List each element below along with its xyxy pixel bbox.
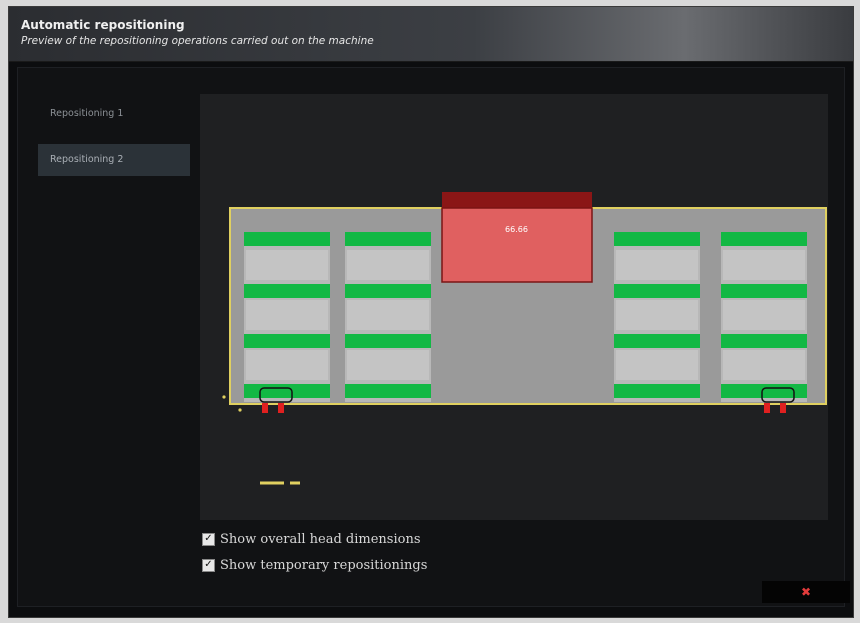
machine-preview-canvas: 66.66 xyxy=(222,192,827,485)
pod-pad xyxy=(246,250,328,280)
dialog-subtitle: Preview of the repositioning operations … xyxy=(21,35,374,47)
checkbox-label: Show temporary repositionings xyxy=(220,557,428,573)
show-head-dimensions-checkbox[interactable]: ✓ Show overall head dimensions xyxy=(202,526,427,552)
sidebar-item-label: Repositioning 2 xyxy=(50,154,124,165)
suction-cup-bar xyxy=(614,384,700,398)
pod-column xyxy=(345,232,431,402)
pod-pad xyxy=(246,350,328,380)
title-bar: Automatic repositioning Preview of the r… xyxy=(9,7,853,62)
suction-cup-bar xyxy=(244,232,330,246)
origin-marker xyxy=(222,395,226,399)
checkbox-label: Show overall head dimensions xyxy=(220,531,421,547)
suction-cup-bar xyxy=(345,284,431,298)
pod-pad xyxy=(723,300,805,330)
suction-cup-bar xyxy=(244,334,330,348)
head-label: 66.66 xyxy=(505,225,528,234)
suction-cup-bar xyxy=(721,232,807,246)
clamp-foot xyxy=(764,403,770,413)
options-group: ✓ Show overall head dimensions ✓ Show te… xyxy=(202,526,427,578)
close-button[interactable]: ✖ xyxy=(762,581,850,603)
pod-pad xyxy=(347,250,429,280)
machine-preview: 66.66 xyxy=(200,94,828,520)
pod-pad xyxy=(347,300,429,330)
suction-cup-bar xyxy=(721,334,807,348)
clamp-foot xyxy=(278,403,284,413)
pod-pad xyxy=(616,250,698,280)
sidebar-item-repositioning-2[interactable]: Repositioning 2 xyxy=(38,144,190,176)
pod-column xyxy=(244,232,330,402)
clamp-foot xyxy=(262,403,268,413)
pod-pad xyxy=(723,250,805,280)
suction-cup-bar xyxy=(345,334,431,348)
suction-cup-bar xyxy=(614,334,700,348)
pod-column xyxy=(614,232,700,402)
pod-pad xyxy=(246,300,328,330)
pod-pad xyxy=(723,350,805,380)
pod-pad xyxy=(616,300,698,330)
checkbox-box[interactable]: ✓ xyxy=(202,558,215,572)
suction-cup-bar xyxy=(614,232,700,246)
content-panel: Repositioning 1 Repositioning 2 66.66 ✓ … xyxy=(17,67,845,607)
sidebar-item-repositioning-1[interactable]: Repositioning 1 xyxy=(38,98,190,130)
dialog-title: Automatic repositioning xyxy=(21,18,185,32)
suction-cup-bar xyxy=(614,284,700,298)
suction-cup-bar xyxy=(244,284,330,298)
pod-pad xyxy=(616,350,698,380)
sidebar-item-label: Repositioning 1 xyxy=(50,108,124,119)
origin-marker xyxy=(238,408,242,412)
head-top-bar xyxy=(442,192,592,208)
show-temporary-repositionings-checkbox[interactable]: ✓ Show temporary repositionings xyxy=(202,552,427,578)
clamp-foot xyxy=(780,403,786,413)
suction-cup-bar xyxy=(721,284,807,298)
checkbox-box[interactable]: ✓ xyxy=(202,532,215,546)
pod-pad xyxy=(347,350,429,380)
suction-cup-bar xyxy=(244,384,330,398)
pod-column xyxy=(721,232,807,402)
repositioning-dialog: Automatic repositioning Preview of the r… xyxy=(8,6,854,618)
close-icon: ✖ xyxy=(800,585,812,599)
working-head xyxy=(441,207,593,283)
suction-cup-bar xyxy=(345,232,431,246)
suction-cup-bar xyxy=(345,384,431,398)
